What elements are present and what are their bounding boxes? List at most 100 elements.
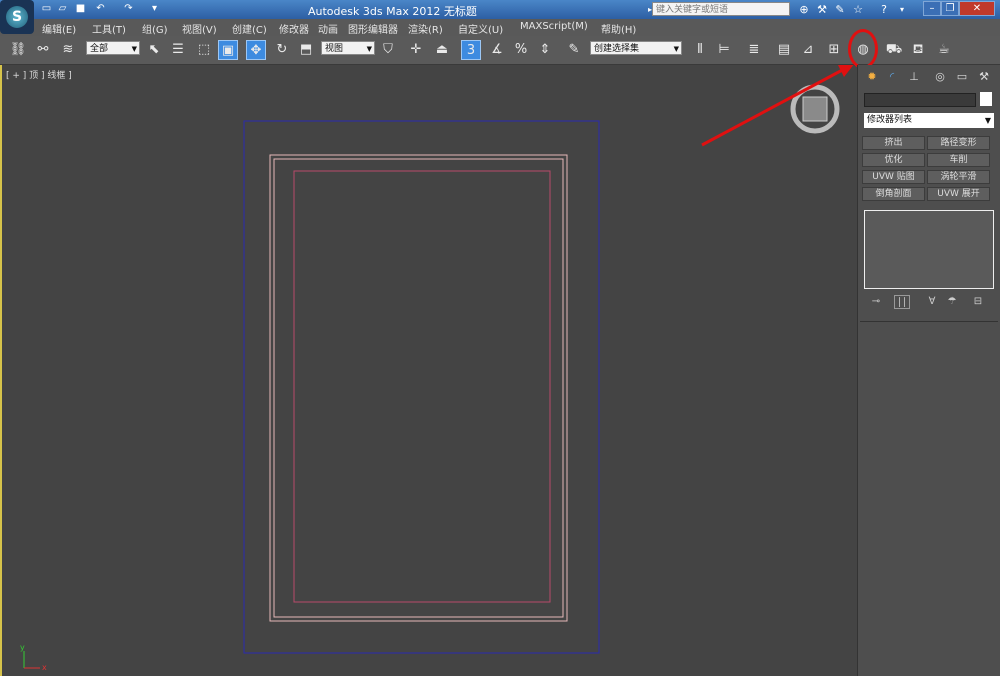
menu-help[interactable]: 帮助(H) xyxy=(601,21,636,36)
motion-tab-icon[interactable]: ◎ xyxy=(932,69,948,85)
select-and-rotate-icon[interactable]: ↻ xyxy=(272,40,292,60)
select-and-manipulate-icon[interactable]: ✛ xyxy=(406,40,426,60)
undo-icon[interactable]: ↶ xyxy=(94,3,107,15)
unlink-icon[interactable]: ⚯ xyxy=(33,40,53,60)
modifier-stack[interactable] xyxy=(864,210,994,289)
favorites-star-icon[interactable]: ☆ xyxy=(850,2,866,17)
object-color-swatch[interactable] xyxy=(980,92,992,106)
schematic-view-icon[interactable]: ⊞ xyxy=(824,40,844,60)
extrude-button[interactable]: 挤出 xyxy=(862,136,925,150)
command-panel: ✹ ◜ ⊥ ◎ ▭ ⚒ 修改器列表 ▼ 挤出 路径变形 优化 车削 UVW 贴图 … xyxy=(857,65,1000,676)
uvw-map-button[interactable]: UVW 贴图 xyxy=(862,170,925,184)
hierarchy-tab-icon[interactable]: ⊥ xyxy=(906,69,922,85)
select-object-icon[interactable]: ⬉ xyxy=(144,40,164,60)
modifier-list-value: 修改器列表 xyxy=(867,115,913,125)
window-crossing-icon[interactable]: ▣ xyxy=(218,40,238,60)
layer-manager-icon[interactable]: ≣ xyxy=(744,40,764,60)
menu-tools[interactable]: 工具(T) xyxy=(92,21,126,36)
app-logo-letter: S xyxy=(6,6,28,28)
graphite-ribbon-icon[interactable]: ▤ xyxy=(774,40,794,60)
menu-create[interactable]: 创建(C) xyxy=(232,21,267,36)
link-icon[interactable]: ⛓ xyxy=(8,40,28,60)
tools-icon[interactable]: ⚒ xyxy=(814,2,830,17)
display-tab-icon[interactable]: ▭ xyxy=(954,69,970,85)
chevron-down-icon: ▼ xyxy=(366,45,372,53)
chevron-down-icon: ▼ xyxy=(984,116,991,125)
restore-button[interactable]: ❐ xyxy=(941,1,959,16)
pin-stack-icon[interactable]: ⊸ xyxy=(868,295,884,309)
minimize-button[interactable]: – xyxy=(923,1,941,16)
new-file-icon[interactable]: ▭ xyxy=(40,3,53,15)
snap-label: 3 xyxy=(466,43,476,58)
close-button[interactable]: ✕ xyxy=(959,1,995,16)
named-selection-dropdown[interactable]: 创建选择集 ▼ xyxy=(590,41,682,55)
selection-filter-value: 全部 xyxy=(90,44,109,54)
mirror-icon[interactable]: ⫴ xyxy=(690,40,710,60)
menu-edit[interactable]: 编辑(E) xyxy=(42,21,76,36)
menu-group[interactable]: 组(G) xyxy=(142,21,168,36)
utilities-tab-icon[interactable]: ⚒ xyxy=(976,69,992,85)
selection-filter-dropdown[interactable]: 全部 ▼ xyxy=(86,41,140,55)
menu-graph-editors[interactable]: 图形编辑器 xyxy=(348,21,398,36)
viewcube-icon[interactable] xyxy=(802,96,828,122)
render-production-icon[interactable]: ☕ xyxy=(934,40,954,60)
select-and-scale-icon[interactable]: ⬒ xyxy=(296,40,316,60)
top-viewport[interactable]: [ + ] 顶 ] 线框 ] y x xyxy=(0,65,855,676)
app-logo[interactable]: S xyxy=(0,0,34,34)
help-icon[interactable]: ? xyxy=(876,2,892,17)
pivot-center-icon[interactable]: ⛉ xyxy=(378,40,398,60)
pink-frame-outer[interactable] xyxy=(269,154,568,622)
unwrap-uvw-button[interactable]: UVW 展开 xyxy=(927,187,990,201)
title-bar: ▭ ▱ ■ ↶ ↷ ▾ Autodesk 3ds Max 2012 无标题 ▸ … xyxy=(0,0,1000,19)
percent-snap-icon[interactable]: % xyxy=(511,40,531,60)
lathe-button[interactable]: 车削 xyxy=(927,153,990,167)
redo-icon[interactable]: ↷ xyxy=(122,3,135,15)
chevron-down-icon: ▼ xyxy=(131,45,137,53)
edit-named-selection-icon[interactable]: ✎ xyxy=(564,40,584,60)
inner-frame[interactable] xyxy=(293,170,551,603)
menu-animation[interactable]: 动画 xyxy=(318,21,338,36)
make-unique-icon[interactable]: ∀ xyxy=(924,295,940,309)
open-folder-icon[interactable]: ▱ xyxy=(56,3,69,15)
render-setup-icon[interactable]: ⛟ xyxy=(884,40,904,60)
modify-tab-icon[interactable]: ◜ xyxy=(884,69,900,85)
bevel-profile-button[interactable]: 倒角剖面 xyxy=(862,187,925,201)
dropdown-icon[interactable]: ▾ xyxy=(148,3,161,15)
object-name-field[interactable] xyxy=(864,93,976,107)
communication-icon[interactable]: ✎ xyxy=(832,2,848,17)
menu-views[interactable]: 视图(V) xyxy=(182,21,217,36)
pink-frame-inner[interactable] xyxy=(273,158,564,618)
menu-rendering[interactable]: 渲染(R) xyxy=(408,21,443,36)
bind-space-warp-icon[interactable]: ≋ xyxy=(58,40,78,60)
show-end-result-icon[interactable]: ∣∣ xyxy=(894,295,910,309)
menu-maxscript[interactable]: MAXScript(M) xyxy=(520,21,588,32)
create-tab-icon[interactable]: ✹ xyxy=(864,69,880,85)
modifier-list-dropdown[interactable]: 修改器列表 ▼ xyxy=(864,113,994,128)
optimize-button[interactable]: 优化 xyxy=(862,153,925,167)
angle-snap-icon[interactable]: ∡ xyxy=(487,40,507,60)
search-input[interactable]: 键入关键字或短语 xyxy=(652,2,790,16)
configure-modifier-sets-icon[interactable]: ⊟ xyxy=(970,295,986,309)
select-and-move-icon[interactable]: ✥ xyxy=(246,40,266,60)
help-dropdown-icon[interactable]: ▾ xyxy=(894,2,910,17)
axis-y-label: y xyxy=(20,643,25,652)
viewport-canvas xyxy=(23,65,854,669)
path-deform-button[interactable]: 路径变形 xyxy=(927,136,990,150)
align-icon[interactable]: ⊨ xyxy=(714,40,734,60)
keyboard-shortcut-override-icon[interactable]: ⏏ xyxy=(432,40,452,60)
snaps-toggle-button[interactable]: 3 xyxy=(461,40,481,60)
binoculars-icon[interactable]: ⊕ xyxy=(796,2,812,17)
menu-modifiers[interactable]: 修改器 xyxy=(279,21,309,36)
menu-customize[interactable]: 自定义(U) xyxy=(458,21,503,36)
select-by-name-icon[interactable]: ☰ xyxy=(168,40,188,60)
rectangular-selection-icon[interactable]: ⬚ xyxy=(194,40,214,60)
curve-editor-icon[interactable]: ⊿ xyxy=(798,40,818,60)
remove-modifier-icon[interactable]: ☂ xyxy=(944,295,960,309)
save-icon[interactable]: ■ xyxy=(74,3,87,15)
spinner-snap-icon[interactable]: ⇕ xyxy=(535,40,555,60)
rendered-frame-window-icon[interactable]: ⛾ xyxy=(908,40,928,60)
outer-frame[interactable] xyxy=(243,120,600,654)
named-selection-value: 创建选择集 xyxy=(594,44,640,54)
turbosmooth-button[interactable]: 涡轮平滑 xyxy=(927,170,990,184)
reference-coord-dropdown[interactable]: 视图 ▼ xyxy=(321,41,375,55)
